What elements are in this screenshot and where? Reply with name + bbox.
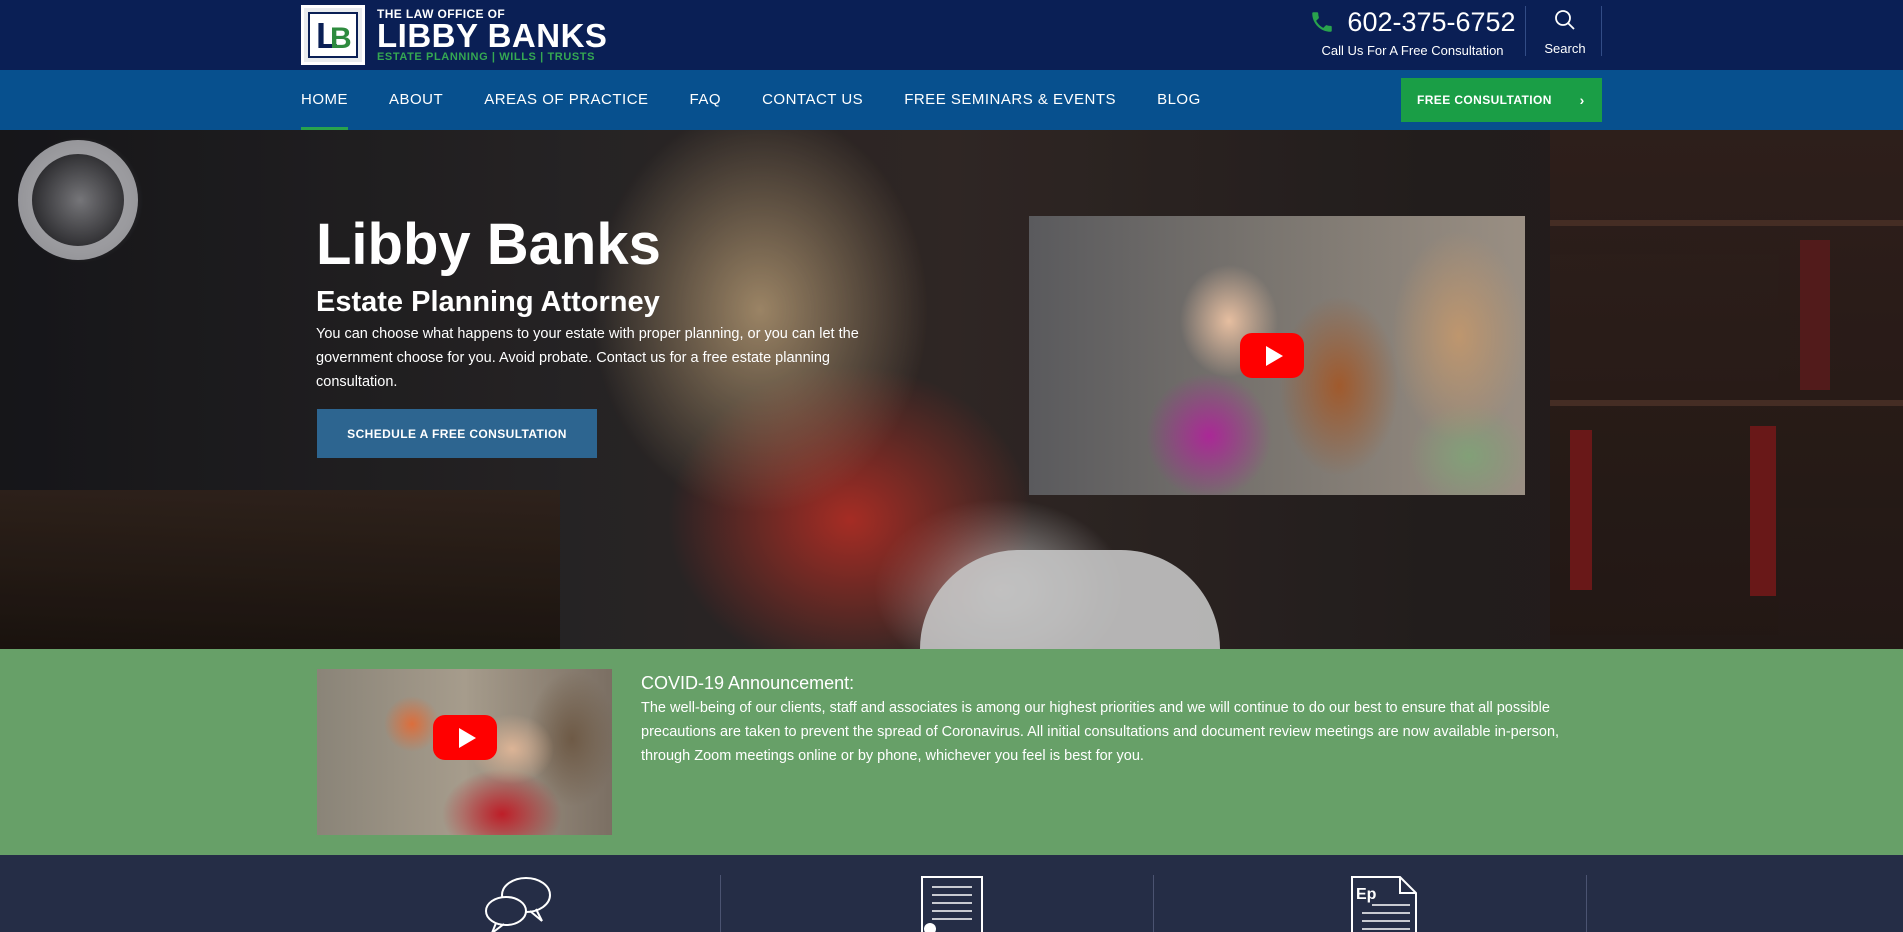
services-divider bbox=[720, 875, 721, 932]
nav-item-home[interactable]: HOME bbox=[301, 70, 348, 130]
hero-section: Libby Banks Estate Planning Attorney You… bbox=[0, 130, 1903, 649]
chevron-right-icon: › bbox=[1579, 92, 1585, 108]
hero-description: You can choose what happens to your esta… bbox=[316, 326, 859, 390]
nav-item-faq[interactable]: FAQ bbox=[690, 70, 722, 130]
top-bar: LB THE LAW OFFICE OF LIBBY BANKS ESTATE … bbox=[0, 0, 1903, 70]
logo-text: THE LAW OFFICE OF LIBBY BANKS ESTATE PLA… bbox=[377, 7, 608, 63]
covid-title: COVID-19 Announcement: bbox=[641, 673, 855, 693]
schedule-consultation-button[interactable]: SCHEDULE A FREE CONSULTATION bbox=[317, 409, 597, 458]
document-pen-icon[interactable] bbox=[920, 875, 984, 932]
speech-bubbles-icon[interactable] bbox=[482, 875, 554, 932]
logo-tagline: ESTATE PLANNING | WILLS | TRUSTS bbox=[377, 50, 596, 63]
search-label: Search bbox=[1544, 41, 1586, 56]
youtube-play-icon[interactable] bbox=[1240, 333, 1304, 378]
services-divider bbox=[1153, 875, 1154, 932]
covid-text: The well-being of our clients, staff and… bbox=[641, 700, 1560, 764]
nav-item-areas-of-practice[interactable]: AREAS OF PRACTICE bbox=[484, 70, 648, 130]
hero-overlay bbox=[0, 130, 1903, 649]
search-button[interactable]: Search bbox=[1525, 8, 1605, 58]
services-section: Ep bbox=[0, 855, 1903, 932]
ep-label: Ep bbox=[1356, 886, 1377, 903]
nav-item-blog[interactable]: BLOG bbox=[1157, 70, 1201, 130]
nav-item-contact-us[interactable]: CONTACT US bbox=[762, 70, 863, 130]
search-icon bbox=[1555, 10, 1575, 30]
logo-mark-icon: LB bbox=[301, 5, 365, 65]
logo-name: LIBBY BANKS bbox=[377, 16, 608, 54]
phone-subtitle: Call Us For A Free Consultation bbox=[1321, 43, 1504, 58]
site-logo[interactable]: LB THE LAW OFFICE OF LIBBY BANKS ESTATE … bbox=[301, 5, 607, 65]
hero-video-embed[interactable] bbox=[1029, 216, 1525, 495]
free-consultation-label: FREE CONSULTATION bbox=[1417, 93, 1552, 107]
estate-plan-document-icon[interactable]: Ep bbox=[1350, 875, 1418, 932]
hero-subtitle: Estate Planning Attorney bbox=[316, 286, 660, 318]
services-divider bbox=[1586, 875, 1587, 932]
nav-item-free-seminars-events[interactable]: FREE SEMINARS & EVENTS bbox=[904, 70, 1116, 130]
phone-number[interactable]: 602-375-6752 bbox=[1347, 5, 1515, 39]
phone-icon bbox=[1312, 12, 1333, 32]
nav-item-about[interactable]: ABOUT bbox=[389, 70, 443, 130]
hero-title: Libby Banks bbox=[316, 212, 661, 277]
phone-block[interactable]: 602-375-6752 Call Us For A Free Consulta… bbox=[1300, 5, 1525, 58]
covid-announcement-section: COVID-19 Announcement: The well-being of… bbox=[0, 649, 1903, 855]
free-consultation-button[interactable]: FREE CONSULTATION › bbox=[1401, 78, 1602, 122]
youtube-play-icon[interactable] bbox=[433, 715, 497, 760]
covid-video-embed[interactable] bbox=[317, 669, 612, 835]
main-navigation: HOME ABOUT AREAS OF PRACTICE FAQ CONTACT… bbox=[0, 70, 1903, 130]
nav-menu: HOME ABOUT AREAS OF PRACTICE FAQ CONTACT… bbox=[301, 70, 1242, 130]
header-divider bbox=[1601, 6, 1602, 56]
